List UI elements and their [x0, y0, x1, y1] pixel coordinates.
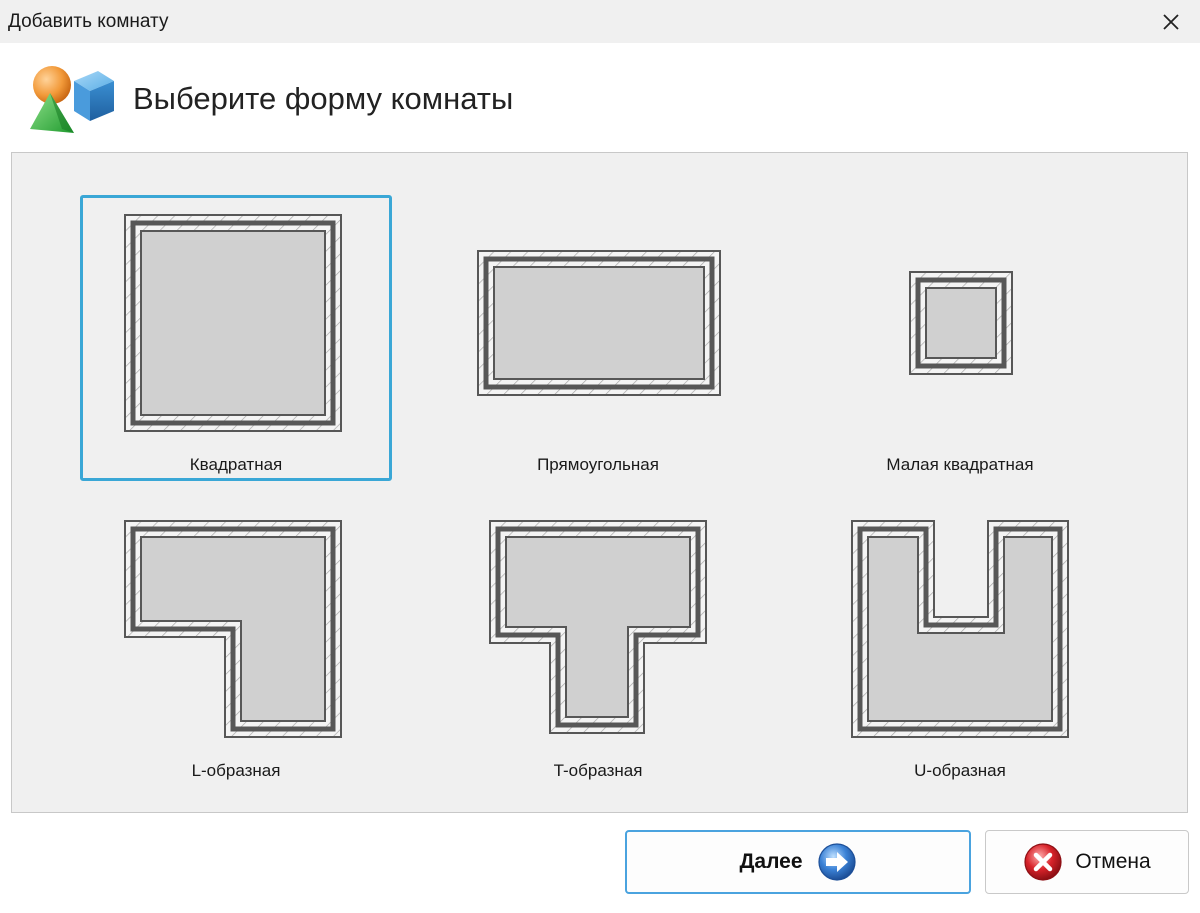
l-shape-room-icon [124, 520, 342, 738]
room-outline [124, 214, 342, 432]
shape-selection-panel: Квадратная Прямоугольная Малая квадратна… [11, 152, 1188, 813]
cancel-button[interactable]: Отмена [985, 830, 1189, 894]
next-button[interactable]: Далее [625, 830, 971, 894]
title-bar: Добавить комнату [0, 0, 1200, 43]
arrow-right-circle-icon [817, 843, 856, 881]
t-shape-room-icon [489, 520, 707, 734]
shape-tile-u-shape[interactable]: U-образная [804, 501, 1116, 787]
room-outline [489, 520, 707, 734]
shape-label: Малая квадратная [886, 455, 1034, 474]
close-icon [1163, 13, 1179, 30]
shape-tile-square[interactable]: Квадратная [80, 195, 392, 481]
room-outline [477, 250, 721, 396]
small-square-room-icon [909, 271, 1013, 375]
x-circle-icon [1024, 843, 1062, 881]
shape-label: T-образная [553, 761, 643, 780]
shape-label: U-образная [914, 761, 1006, 780]
rectangle-room-icon [477, 250, 721, 396]
shape-tile-small-square[interactable]: Малая квадратная [804, 195, 1116, 481]
next-button-label: Далее [739, 850, 803, 873]
dialog-header: Выберите форму комнаты [0, 43, 1200, 153]
square-room-icon [124, 214, 342, 432]
cancel-button-label: Отмена [1075, 850, 1151, 873]
shapes-logo-icon [30, 66, 114, 133]
shape-label: L-образная [191, 761, 281, 780]
shape-label: Прямоугольная [537, 455, 659, 474]
close-button[interactable] [1148, 0, 1194, 43]
room-outline [909, 271, 1013, 375]
shape-tile-t-shape[interactable]: T-образная [442, 501, 754, 787]
room-outline [851, 520, 1069, 738]
room-outline [124, 520, 342, 738]
u-shape-room-icon [851, 520, 1069, 738]
shape-tile-rectangle[interactable]: Прямоугольная [442, 195, 754, 481]
window-title: Добавить комнату [8, 11, 169, 32]
shape-tile-l-shape[interactable]: L-образная [80, 501, 392, 787]
page-title: Выберите форму комнаты [133, 81, 514, 116]
shape-label: Квадратная [189, 455, 283, 474]
